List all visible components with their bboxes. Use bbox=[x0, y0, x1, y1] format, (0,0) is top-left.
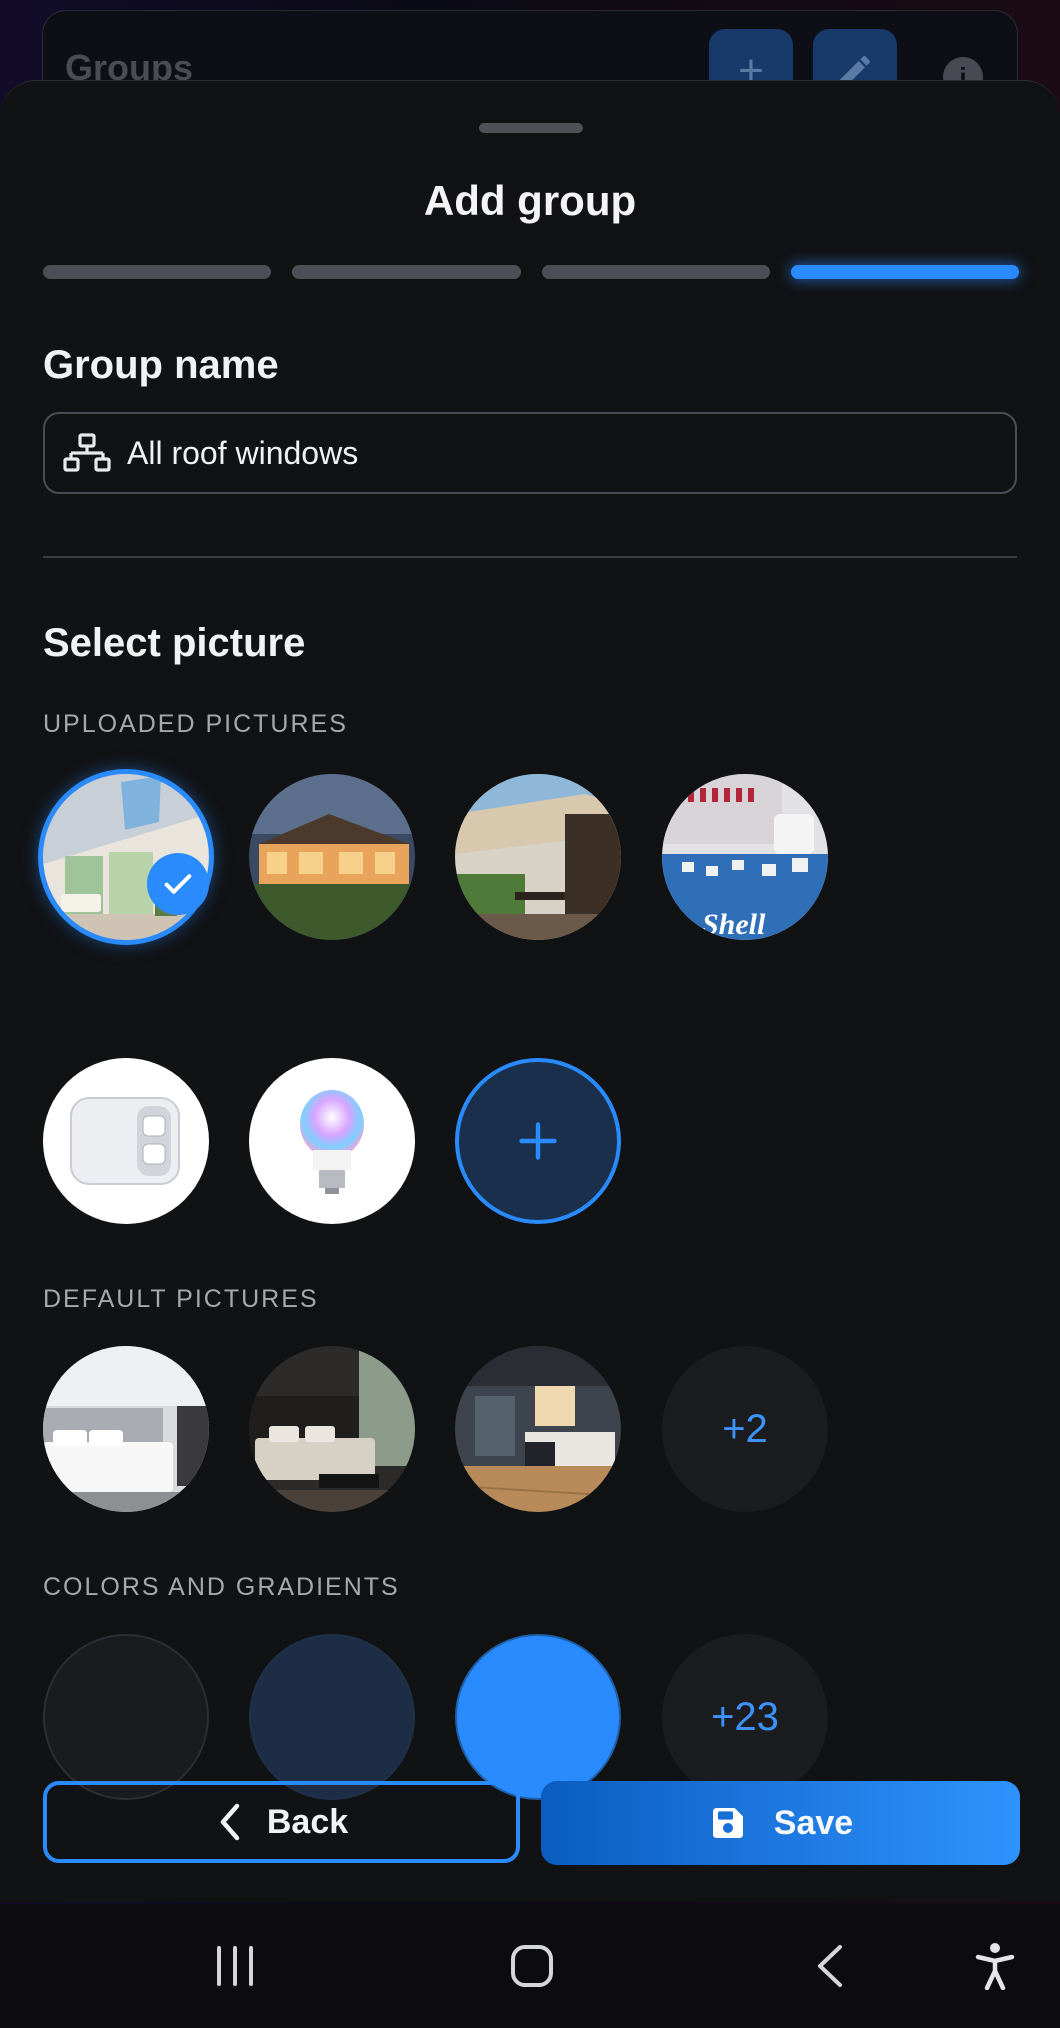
uploaded-picture-rgb-bulb[interactable] bbox=[249, 1058, 415, 1224]
network-icon bbox=[63, 433, 111, 472]
recent-apps-button[interactable] bbox=[190, 1934, 280, 1998]
house-at-night-image bbox=[249, 774, 415, 940]
screen: Groups + i Add group Group name All roof… bbox=[0, 0, 1060, 2028]
step-3 bbox=[541, 265, 770, 279]
bedroom-dark-image bbox=[249, 1346, 415, 1512]
selected-check-icon bbox=[147, 853, 209, 915]
step-2 bbox=[292, 265, 521, 279]
default-picture-kitchen[interactable] bbox=[455, 1346, 621, 1512]
default-picture-bedroom-white[interactable] bbox=[43, 1346, 209, 1512]
shelly-booth-image: Shell bbox=[662, 774, 828, 940]
floppy-disk-icon bbox=[712, 1808, 743, 1838]
section-divider bbox=[43, 556, 1017, 558]
add-group-sheet: Add group Group name Select picture UPLO… bbox=[0, 80, 1060, 1902]
accessibility-button[interactable] bbox=[950, 1934, 1040, 1998]
color-swatch-blue[interactable] bbox=[455, 1634, 621, 1800]
home-button[interactable] bbox=[487, 1934, 577, 1998]
more-default-pictures-button[interactable]: +2 bbox=[662, 1346, 828, 1512]
step-progress bbox=[43, 265, 1019, 281]
back-arrow-icon bbox=[818, 1945, 842, 1987]
uploaded-picture-shelly-booth[interactable]: Shell bbox=[662, 774, 828, 940]
select-picture-heading: Select picture bbox=[43, 621, 306, 665]
sheet-handle[interactable] bbox=[479, 123, 583, 133]
recent-apps-icon bbox=[217, 1946, 253, 1986]
more-colors-button[interactable]: +23 bbox=[662, 1634, 828, 1800]
group-name-heading: Group name bbox=[43, 343, 279, 387]
svg-text:Shell: Shell bbox=[702, 908, 766, 940]
white-device-image bbox=[43, 1058, 209, 1224]
chevron-left-icon bbox=[220, 1803, 240, 1841]
system-back-button[interactable] bbox=[785, 1934, 875, 1998]
rgb-bulb-image bbox=[249, 1058, 415, 1224]
save-button[interactable]: Save bbox=[541, 1781, 1020, 1865]
accessibility-icon bbox=[975, 1943, 1015, 1990]
bedroom-white-image bbox=[43, 1346, 209, 1512]
uploaded-picture-patio[interactable] bbox=[455, 774, 621, 940]
system-navigation-bar bbox=[0, 1904, 1060, 2028]
colors-gradients-label: COLORS AND GRADIENTS bbox=[43, 1573, 400, 1601]
uploaded-pictures-label: UPLOADED PICTURES bbox=[43, 710, 348, 738]
add-picture-button[interactable] bbox=[455, 1058, 621, 1224]
save-label: Save bbox=[773, 1803, 854, 1842]
color-swatch-navy[interactable] bbox=[249, 1634, 415, 1800]
step-1 bbox=[43, 265, 272, 279]
uploaded-picture-white-device[interactable] bbox=[43, 1058, 209, 1224]
uploaded-picture-house-night[interactable] bbox=[249, 774, 415, 940]
default-picture-bedroom-dark[interactable] bbox=[249, 1346, 415, 1512]
sheet-title: Add group bbox=[423, 177, 637, 224]
back-label: Back bbox=[266, 1802, 349, 1841]
group-name-field[interactable] bbox=[43, 412, 1017, 494]
step-4 bbox=[790, 265, 1019, 279]
group-name-input[interactable] bbox=[127, 434, 947, 472]
plus-icon bbox=[519, 1122, 557, 1160]
patio-awning-image bbox=[455, 774, 621, 940]
back-button[interactable]: Back bbox=[43, 1781, 520, 1863]
color-swatch-dark[interactable] bbox=[43, 1634, 209, 1800]
home-icon bbox=[511, 1945, 553, 1987]
kitchen-image bbox=[455, 1346, 621, 1512]
default-pictures-label: DEFAULT PICTURES bbox=[43, 1285, 319, 1313]
